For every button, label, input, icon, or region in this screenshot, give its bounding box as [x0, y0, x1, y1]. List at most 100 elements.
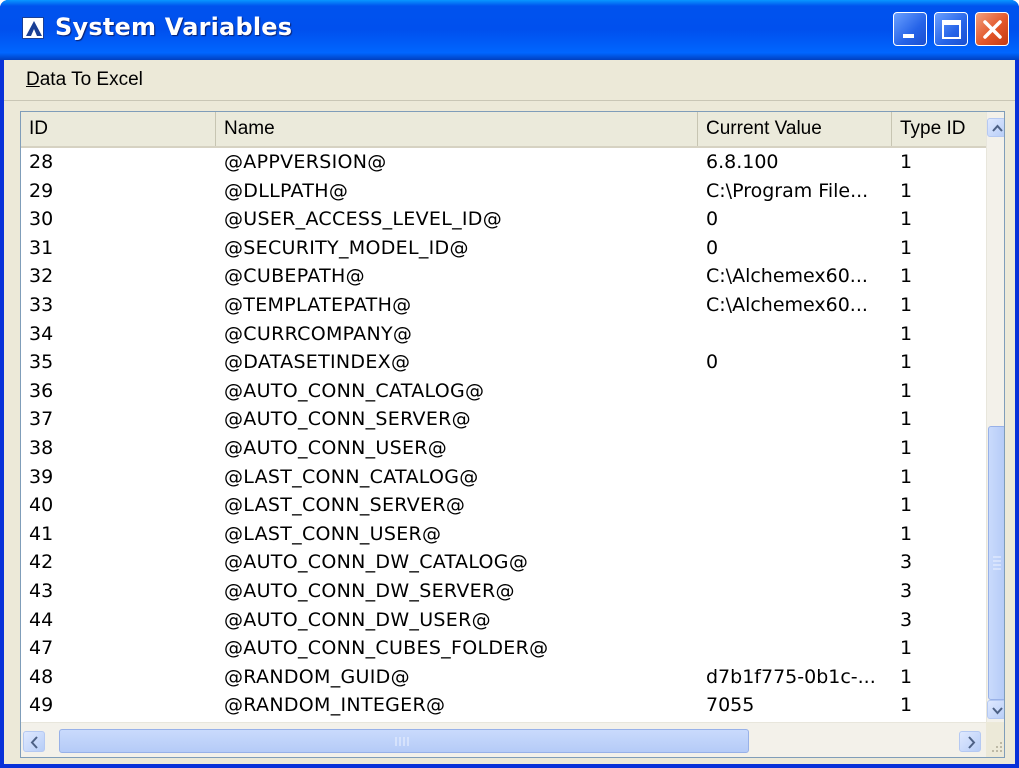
column-header-id[interactable]: ID [21, 112, 216, 146]
scroll-right-button[interactable] [959, 731, 981, 752]
cell-current-value [698, 634, 892, 662]
cell-current-value: 0 [706, 208, 719, 231]
column-header-name[interactable]: Name [216, 112, 698, 146]
cell-id: 42 [29, 551, 54, 574]
cell-current-value [698, 606, 892, 634]
maximize-button[interactable] [934, 12, 968, 46]
cell-id: 49 [29, 694, 54, 717]
cell-id: 36 [29, 379, 54, 402]
table-row[interactable]: 41 @LAST_CONN_USER@ 1 [21, 520, 986, 548]
table-row[interactable]: 39 @LAST_CONN_CATALOG@ 1 [21, 463, 986, 491]
system-variables-window: System Variables Data To Excel ID Name C… [0, 0, 1019, 768]
table-row[interactable]: 43 @AUTO_CONN_DW_SERVER@ 3 [21, 577, 986, 605]
table-row[interactable]: 30 @USER_ACCESS_LEVEL_ID@ 0 1 [21, 205, 986, 233]
menu-item-data-to-excel[interactable]: Data To Excel [26, 69, 143, 91]
cell-id: 43 [29, 580, 54, 602]
table-row[interactable]: 48 @RANDOM_GUID@ d7b1f775-0b1c-... 1 [21, 663, 986, 691]
app-logo-icon[interactable] [22, 17, 44, 39]
variables-grid[interactable]: ID Name Current Value Type ID 28 @APPVERS… [20, 111, 1005, 758]
cell-type-id: 3 [900, 608, 913, 631]
scroll-down-button[interactable] [987, 700, 1004, 719]
cell-current-value: 0 [706, 351, 719, 374]
cell-current-value [698, 405, 892, 433]
cell-name: @AUTO_CONN_USER@ [224, 437, 448, 459]
cell-type-id: 1 [900, 379, 913, 402]
minimize-button[interactable] [893, 12, 927, 46]
table-row[interactable]: 38 @AUTO_CONN_USER@ 1 [21, 434, 986, 462]
column-header-current-value[interactable]: Current Value [698, 112, 892, 146]
table-row[interactable]: 32 @CUBEPATH@ C:\Alchemex60... 1 [21, 262, 986, 290]
table-row[interactable]: 31 @SECURITY_MODEL_ID@ 0 1 [21, 234, 986, 262]
horizontal-scroll-thumb[interactable] [59, 729, 749, 753]
table-row[interactable]: 35 @DATASETINDEX@ 0 1 [21, 348, 986, 376]
grip-lines-icon [993, 556, 1001, 570]
table-row[interactable]: 28 @APPVERSION@ 6.8.100 1 [21, 148, 986, 176]
cell-current-value [698, 377, 892, 405]
cell-current-value [698, 491, 892, 519]
minimize-icon [903, 34, 914, 38]
resize-grip-icon[interactable] [986, 722, 1004, 757]
cell-current-value: 7055 [706, 694, 755, 717]
cell-name: @USER_ACCESS_LEVEL_ID@ [224, 208, 503, 231]
cell-name: @LAST_CONN_SERVER@ [224, 494, 466, 517]
cell-name: @AUTO_CONN_DW_CATALOG@ [224, 551, 529, 574]
table-row[interactable]: 47 @AUTO_CONN_CUBES_FOLDER@ 1 [21, 634, 986, 662]
cell-id: 48 [29, 665, 54, 688]
cell-name: @AUTO_CONN_DW_SERVER@ [224, 580, 515, 602]
chevron-right-icon [968, 736, 976, 749]
cell-type-id: 1 [900, 694, 913, 717]
cell-name: @RANDOM_GUID@ [224, 665, 410, 688]
cell-name: @APPVERSION@ [224, 151, 387, 173]
table-row[interactable]: 42 @AUTO_CONN_DW_CATALOG@ 3 [21, 548, 986, 576]
close-button[interactable] [975, 12, 1009, 46]
table-row[interactable]: 33 @TEMPLATEPATH@ C:\Alchemex60... 1 [21, 291, 986, 319]
grip-lines-icon [395, 737, 409, 746]
cell-name: @CURRCOMPANY@ [224, 322, 413, 345]
cell-name: @DATASETINDEX@ [224, 351, 411, 374]
menu-item-label: ata To Excel [39, 69, 143, 90]
cell-current-value: C:\Alchemex60... [706, 294, 868, 316]
chevron-up-icon [992, 124, 1003, 132]
cell-id: 47 [29, 637, 54, 660]
cell-current-value [698, 520, 892, 548]
cell-type-id: 1 [900, 437, 913, 459]
scroll-up-button[interactable] [987, 118, 1004, 137]
cell-current-value: d7b1f775-0b1c-... [706, 665, 876, 688]
cell-id: 32 [29, 265, 54, 288]
vertical-scroll-thumb[interactable] [988, 426, 1004, 700]
table-row[interactable]: 44 @AUTO_CONN_DW_USER@ 3 [21, 606, 986, 634]
vertical-scrollbar[interactable] [986, 112, 1004, 722]
cell-current-value [698, 434, 892, 462]
cell-name: @AUTO_CONN_SERVER@ [224, 408, 471, 431]
cell-type-id: 1 [900, 208, 913, 231]
cell-id: 38 [29, 437, 54, 459]
scroll-left-button[interactable] [23, 731, 45, 752]
cell-current-value: 0 [706, 236, 719, 259]
cell-current-value: C:\Program File... [706, 179, 869, 202]
table-row[interactable]: 49 @RANDOM_INTEGER@ 7055 1 [21, 691, 986, 719]
cell-name: @LAST_CONN_CATALOG@ [224, 465, 479, 488]
cell-type-id: 1 [900, 236, 913, 259]
cell-name: @SECURITY_MODEL_ID@ [224, 236, 469, 259]
menu-accelerator: D [26, 69, 40, 90]
cell-id: 41 [29, 522, 54, 545]
cell-name: @CUBEPATH@ [224, 265, 365, 288]
table-row[interactable]: 36 @AUTO_CONN_CATALOG@ 1 [21, 377, 986, 405]
table-row[interactable]: 34 @CURRCOMPANY@ 1 [21, 320, 986, 348]
cell-type-id: 1 [900, 494, 913, 517]
horizontal-scrollbar[interactable] [21, 722, 986, 757]
window-body: Data To Excel ID Name Current Value Type… [4, 60, 1015, 764]
cell-name: @AUTO_CONN_CUBES_FOLDER@ [224, 637, 549, 660]
cell-name: @AUTO_CONN_DW_USER@ [224, 608, 491, 631]
column-header-type-id[interactable]: Type ID [892, 112, 986, 146]
cell-id: 29 [29, 179, 54, 202]
cell-current-value [698, 463, 892, 491]
cell-id: 31 [29, 236, 54, 259]
table-row[interactable]: 29 @DLLPATH@ C:\Program File... 1 [21, 177, 986, 205]
close-icon [983, 20, 1002, 39]
table-row[interactable]: 37 @AUTO_CONN_SERVER@ 1 [21, 405, 986, 433]
table-row[interactable]: 40 @LAST_CONN_SERVER@ 1 [21, 491, 986, 519]
cell-id: 33 [29, 294, 54, 316]
title-bar[interactable]: System Variables [0, 0, 1019, 60]
cell-type-id: 1 [900, 465, 913, 488]
